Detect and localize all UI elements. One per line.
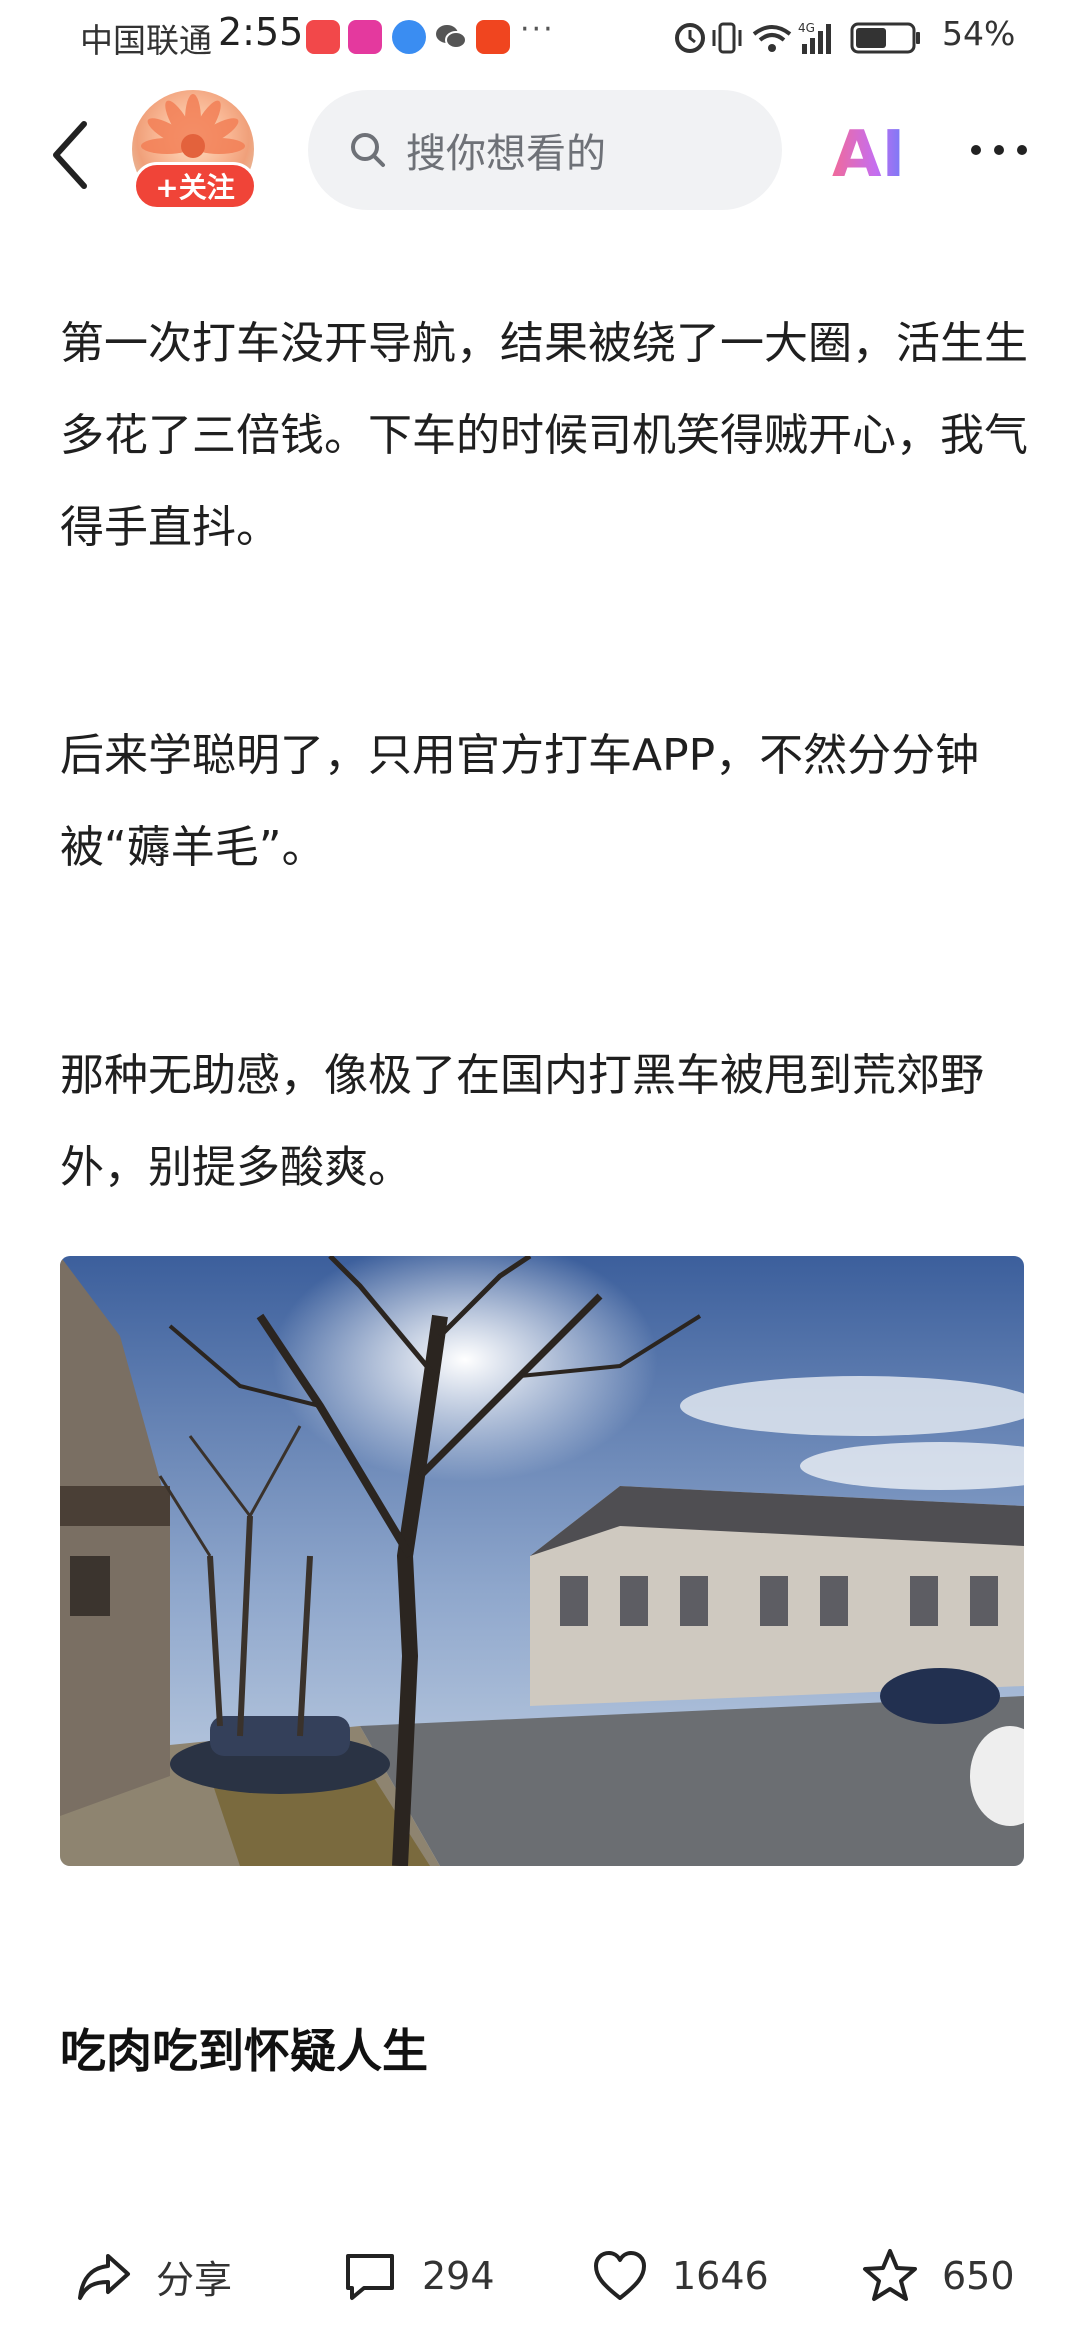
- clock: 2:55: [218, 10, 304, 54]
- search-bar[interactable]: 搜你想看的: [308, 90, 782, 210]
- street-scene-image: [60, 1256, 1024, 1866]
- section-heading: 吃肉吃到怀疑人生: [60, 2024, 428, 2078]
- top-navigation: +关注 搜你想看的 AI: [0, 80, 1080, 230]
- system-status-icons: 4G: [675, 21, 920, 54]
- chevron-left-icon: [53, 121, 87, 189]
- star-icon: [863, 2249, 917, 2301]
- status-bar: 中国联通 2:55 ··· 4G 54%: [0, 0, 1080, 76]
- bottom-action-bar: 分享 294 1646 650: [0, 2222, 1080, 2340]
- carrier-label: 中国联通: [80, 21, 212, 60]
- article-paragraph: 那种无助感，像极了在国内打黑车被甩到荒郊野外，别提多酸爽。: [60, 1050, 984, 1193]
- search-placeholder: 搜你想看的: [406, 131, 606, 177]
- article-paragraph: 第一次打车没开导航，结果被绕了一大圈，活生生多花了三倍钱。下车的时候司机笑得贼开…: [60, 318, 1028, 553]
- notes-icon: [348, 20, 382, 54]
- share-icon: [78, 2254, 130, 2300]
- comment-button[interactable]: 294: [340, 2244, 495, 2308]
- favorite-button[interactable]: 650: [860, 2244, 1015, 2308]
- follow-button[interactable]: +关注: [133, 162, 257, 210]
- ai-label: AI: [832, 118, 905, 188]
- browser-icon: [392, 20, 426, 54]
- taobao-icon: [476, 20, 510, 54]
- wechat-icon: [434, 20, 468, 54]
- article-photo[interactable]: [60, 1256, 1024, 1866]
- ai-assistant-button[interactable]: AI: [832, 116, 912, 192]
- search-icon: [351, 133, 385, 167]
- like-button[interactable]: 1646: [590, 2244, 769, 2308]
- favorite-count: 650: [942, 2254, 1015, 2298]
- ai-icon: AI: [832, 118, 905, 192]
- comment-count: 294: [422, 2254, 495, 2298]
- share-button[interactable]: 分享: [74, 2244, 232, 2308]
- svg-text:4G: 4G: [798, 21, 815, 35]
- heart-icon: [594, 2251, 646, 2300]
- share-label: 分享: [156, 2257, 233, 2302]
- like-count: 1646: [672, 2254, 769, 2298]
- back-button[interactable]: [40, 110, 110, 200]
- comment-icon: [346, 2254, 394, 2300]
- huawei-store-icon: [306, 20, 340, 54]
- notification-more-icon: ···: [520, 12, 555, 47]
- battery-percentage: 54%: [942, 14, 1016, 53]
- article-paragraph: 后来学聪明了，只用官方打车APP，不然分分钟被“薅羊毛”。: [60, 730, 980, 873]
- more-dots-icon: [971, 145, 1027, 155]
- more-options-button[interactable]: [968, 140, 1030, 160]
